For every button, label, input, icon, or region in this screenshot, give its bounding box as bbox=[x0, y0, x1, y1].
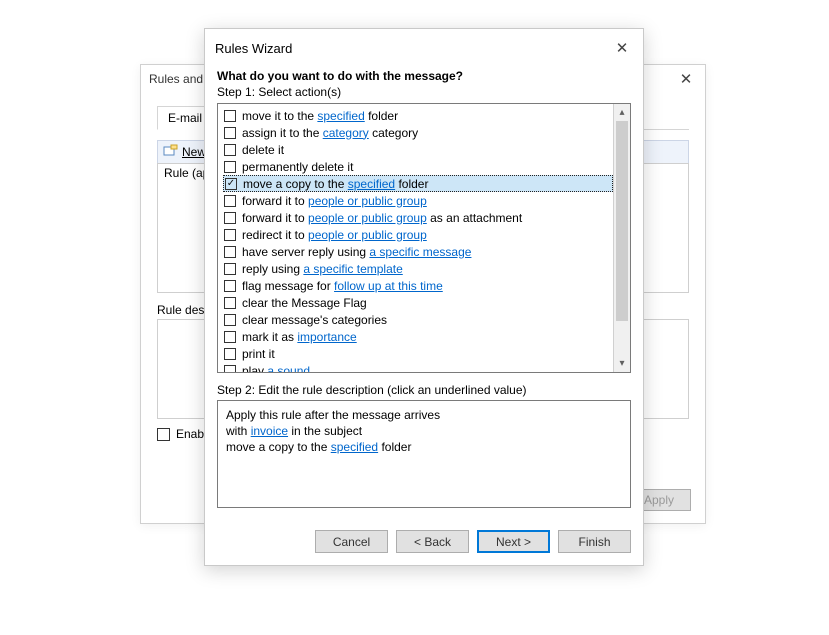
desc-line: with invoice in the subject bbox=[226, 423, 622, 439]
action-row[interactable]: print it bbox=[224, 345, 613, 362]
action-param-link[interactable]: a specific message bbox=[369, 245, 471, 259]
rules-wizard-dialog: Rules Wizard ✕ What do you want to do wi… bbox=[204, 28, 644, 566]
wizard-question: What do you want to do with the message? bbox=[217, 69, 631, 83]
action-label: clear the Message Flag bbox=[242, 296, 367, 310]
action-checkbox[interactable] bbox=[225, 178, 237, 190]
action-checkbox[interactable] bbox=[224, 348, 236, 360]
action-label: forward it to people or public group as … bbox=[242, 211, 522, 225]
action-label: have server reply using a specific messa… bbox=[242, 245, 471, 259]
new-rule-icon bbox=[162, 144, 178, 160]
action-label: assign it to the category category bbox=[242, 126, 418, 140]
scroll-down-icon[interactable]: ▾ bbox=[614, 355, 630, 372]
action-checkbox[interactable] bbox=[224, 314, 236, 326]
action-param-link[interactable]: specified bbox=[348, 177, 395, 191]
action-row[interactable]: forward it to people or public group as … bbox=[224, 209, 613, 226]
action-param-link[interactable]: people or public group bbox=[308, 194, 427, 208]
cancel-button[interactable]: Cancel bbox=[315, 530, 388, 553]
desc-line: Apply this rule after the message arrive… bbox=[226, 407, 622, 423]
scrollbar[interactable]: ▴ ▾ bbox=[613, 104, 630, 372]
action-checkbox[interactable] bbox=[224, 212, 236, 224]
action-checkbox[interactable] bbox=[224, 297, 236, 309]
action-checkbox[interactable] bbox=[224, 229, 236, 241]
action-label: move a copy to the specified folder bbox=[243, 177, 428, 191]
step2-label: Step 2: Edit the rule description (click… bbox=[217, 383, 631, 397]
action-checkbox[interactable] bbox=[224, 280, 236, 292]
action-param-link[interactable]: people or public group bbox=[308, 211, 427, 225]
action-row[interactable]: move it to the specified folder bbox=[224, 107, 613, 124]
scroll-up-icon[interactable]: ▴ bbox=[614, 104, 630, 121]
scroll-thumb[interactable] bbox=[616, 121, 628, 321]
action-row[interactable]: delete it bbox=[224, 141, 613, 158]
action-checkbox[interactable] bbox=[224, 263, 236, 275]
finish-button[interactable]: Finish bbox=[558, 530, 631, 553]
action-param-link[interactable]: a sound bbox=[267, 364, 310, 373]
action-row[interactable]: mark it as importance bbox=[224, 328, 613, 345]
action-row[interactable]: play a sound bbox=[224, 362, 613, 372]
action-row[interactable]: permanently delete it bbox=[224, 158, 613, 175]
back-button[interactable]: < Back bbox=[396, 530, 469, 553]
step1-label: Step 1: Select action(s) bbox=[217, 85, 631, 99]
action-checkbox[interactable] bbox=[224, 161, 236, 173]
action-label: permanently delete it bbox=[242, 160, 353, 174]
action-checkbox[interactable] bbox=[224, 195, 236, 207]
action-label: delete it bbox=[242, 143, 284, 157]
action-row[interactable]: redirect it to people or public group bbox=[224, 226, 613, 243]
actions-list[interactable]: move it to the specified folder assign it… bbox=[218, 104, 613, 372]
actions-listbox: move it to the specified folder assign it… bbox=[217, 103, 631, 373]
next-button[interactable]: Next > bbox=[477, 530, 550, 553]
action-checkbox[interactable] bbox=[224, 127, 236, 139]
action-row[interactable]: reply using a specific template bbox=[224, 260, 613, 277]
action-param-link[interactable]: a specific template bbox=[303, 262, 402, 276]
rule-description-editor[interactable]: Apply this rule after the message arrive… bbox=[217, 400, 631, 508]
close-icon[interactable]: ✕ bbox=[675, 68, 697, 90]
action-row[interactable]: assign it to the category category bbox=[224, 124, 613, 141]
action-label: print it bbox=[242, 347, 275, 361]
action-param-link[interactable]: specified bbox=[317, 109, 364, 123]
action-checkbox[interactable] bbox=[224, 246, 236, 258]
desc-line: move a copy to the specified folder bbox=[226, 439, 622, 455]
subject-value-link[interactable]: invoice bbox=[251, 424, 288, 438]
action-param-link[interactable]: people or public group bbox=[308, 228, 427, 242]
folder-value-link[interactable]: specified bbox=[331, 440, 378, 454]
action-param-link[interactable]: follow up at this time bbox=[334, 279, 443, 293]
action-label: mark it as importance bbox=[242, 330, 357, 344]
action-label: redirect it to people or public group bbox=[242, 228, 427, 242]
action-row[interactable]: move a copy to the specified folder bbox=[223, 175, 613, 192]
action-label: reply using a specific template bbox=[242, 262, 403, 276]
action-label: play a sound bbox=[242, 364, 310, 373]
action-label: clear message's categories bbox=[242, 313, 387, 327]
action-label: forward it to people or public group bbox=[242, 194, 427, 208]
wizard-title: Rules Wizard bbox=[215, 41, 292, 56]
action-checkbox[interactable] bbox=[224, 331, 236, 343]
action-row[interactable]: clear message's categories bbox=[224, 311, 613, 328]
action-checkbox[interactable] bbox=[224, 144, 236, 156]
action-row[interactable]: forward it to people or public group bbox=[224, 192, 613, 209]
action-label: move it to the specified folder bbox=[242, 109, 398, 123]
action-param-link[interactable]: category bbox=[323, 126, 369, 140]
action-row[interactable]: clear the Message Flag bbox=[224, 294, 613, 311]
action-row[interactable]: have server reply using a specific messa… bbox=[224, 243, 613, 260]
action-label: flag message for follow up at this time bbox=[242, 279, 443, 293]
close-icon[interactable]: ✕ bbox=[611, 37, 633, 59]
action-row[interactable]: flag message for follow up at this time bbox=[224, 277, 613, 294]
action-checkbox[interactable] bbox=[224, 110, 236, 122]
action-param-link[interactable]: importance bbox=[297, 330, 356, 344]
action-checkbox[interactable] bbox=[224, 365, 236, 373]
enable-rss-checkbox[interactable] bbox=[157, 428, 170, 441]
